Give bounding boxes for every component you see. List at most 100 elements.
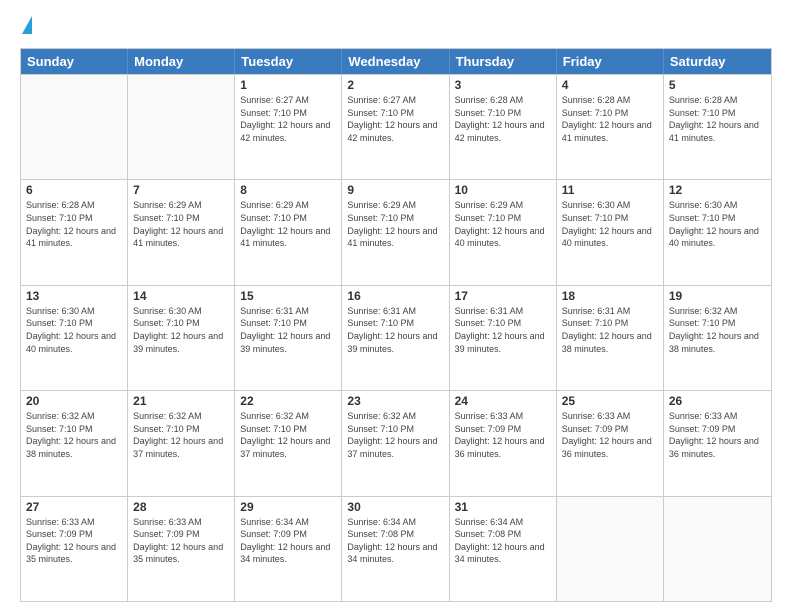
page: SundayMondayTuesdayWednesdayThursdayFrid…	[0, 0, 792, 612]
calendar-cell: 14 Sunrise: 6:30 AMSunset: 7:10 PMDayligh…	[128, 286, 235, 390]
day-info: Sunrise: 6:28 AMSunset: 7:10 PMDaylight:…	[455, 94, 551, 144]
day-number: 30	[347, 500, 443, 514]
day-info: Sunrise: 6:30 AMSunset: 7:10 PMDaylight:…	[133, 305, 229, 355]
calendar-row: 6Sunrise: 6:28 AMSunset: 7:10 PMDaylight…	[21, 179, 771, 284]
day-info: Sunrise: 6:33 AMSunset: 7:09 PMDaylight:…	[455, 410, 551, 460]
day-info: Sunrise: 6:31 AMSunset: 7:10 PMDaylight:…	[240, 305, 336, 355]
day-number: 17	[455, 289, 551, 303]
day-info: Sunrise: 6:29 AMSunset: 7:10 PMDaylight:…	[240, 199, 336, 249]
logo	[20, 16, 32, 38]
day-number: 6	[26, 183, 122, 197]
day-info: Sunrise: 6:30 AMSunset: 7:10 PMDaylight:…	[562, 199, 658, 249]
calendar-cell: 10 Sunrise: 6:29 AMSunset: 7:10 PMDayligh…	[450, 180, 557, 284]
calendar-cell: 3 Sunrise: 6:28 AMSunset: 7:10 PMDaylight…	[450, 75, 557, 179]
day-number: 20	[26, 394, 122, 408]
day-number: 22	[240, 394, 336, 408]
calendar-cell: 4Sunrise: 6:28 AMSunset: 7:10 PMDaylight…	[557, 75, 664, 179]
day-info: Sunrise: 6:28 AMSunset: 7:10 PMDaylight:…	[669, 94, 766, 144]
calendar-cell: 7Sunrise: 6:29 AMSunset: 7:10 PMDaylight…	[128, 180, 235, 284]
day-number: 15	[240, 289, 336, 303]
day-number: 1	[240, 78, 336, 92]
day-info: Sunrise: 6:29 AMSunset: 7:10 PMDaylight:…	[347, 199, 443, 249]
header	[20, 16, 772, 38]
day-number: 3	[455, 78, 551, 92]
day-number: 31	[455, 500, 551, 514]
day-number: 14	[133, 289, 229, 303]
day-number: 26	[669, 394, 766, 408]
weekday-header: Thursday	[450, 49, 557, 74]
day-number: 5	[669, 78, 766, 92]
calendar-row: 1 Sunrise: 6:27 AMSunset: 7:10 PMDaylight…	[21, 74, 771, 179]
day-number: 8	[240, 183, 336, 197]
calendar-row: 13 Sunrise: 6:30 AMSunset: 7:10 PMDayligh…	[21, 285, 771, 390]
calendar-cell: 30 Sunrise: 6:34 AMSunset: 7:08 PMDayligh…	[342, 497, 449, 601]
calendar-cell: 20 Sunrise: 6:32 AMSunset: 7:10 PMDayligh…	[21, 391, 128, 495]
calendar-cell: 22Sunrise: 6:32 AMSunset: 7:10 PMDayligh…	[235, 391, 342, 495]
day-number: 19	[669, 289, 766, 303]
day-number: 10	[455, 183, 551, 197]
day-info: Sunrise: 6:33 AMSunset: 7:09 PMDaylight:…	[669, 410, 766, 460]
day-number: 7	[133, 183, 229, 197]
calendar-row: 20 Sunrise: 6:32 AMSunset: 7:10 PMDayligh…	[21, 390, 771, 495]
calendar-body: 1 Sunrise: 6:27 AMSunset: 7:10 PMDaylight…	[21, 74, 771, 601]
day-number: 24	[455, 394, 551, 408]
day-info: Sunrise: 6:32 AMSunset: 7:10 PMDaylight:…	[669, 305, 766, 355]
calendar-cell: 1 Sunrise: 6:27 AMSunset: 7:10 PMDaylight…	[235, 75, 342, 179]
day-info: Sunrise: 6:33 AMSunset: 7:09 PMDaylight:…	[133, 516, 229, 566]
logo-triangle-icon	[22, 16, 32, 34]
day-info: Sunrise: 6:30 AMSunset: 7:10 PMDaylight:…	[669, 199, 766, 249]
calendar-cell: 31 Sunrise: 6:34 AMSunset: 7:08 PMDayligh…	[450, 497, 557, 601]
day-info: Sunrise: 6:27 AMSunset: 7:10 PMDaylight:…	[240, 94, 336, 144]
day-info: Sunrise: 6:33 AMSunset: 7:09 PMDaylight:…	[26, 516, 122, 566]
calendar: SundayMondayTuesdayWednesdayThursdayFrid…	[20, 48, 772, 602]
calendar-cell: 24 Sunrise: 6:33 AMSunset: 7:09 PMDayligh…	[450, 391, 557, 495]
day-info: Sunrise: 6:29 AMSunset: 7:10 PMDaylight:…	[455, 199, 551, 249]
calendar-cell: 15 Sunrise: 6:31 AMSunset: 7:10 PMDayligh…	[235, 286, 342, 390]
day-info: Sunrise: 6:32 AMSunset: 7:10 PMDaylight:…	[133, 410, 229, 460]
calendar-cell	[664, 497, 771, 601]
calendar-cell: 28 Sunrise: 6:33 AMSunset: 7:09 PMDayligh…	[128, 497, 235, 601]
weekday-header: Monday	[128, 49, 235, 74]
weekday-header: Friday	[557, 49, 664, 74]
day-info: Sunrise: 6:31 AMSunset: 7:10 PMDaylight:…	[347, 305, 443, 355]
day-number: 28	[133, 500, 229, 514]
day-number: 21	[133, 394, 229, 408]
day-number: 25	[562, 394, 658, 408]
calendar-cell: 17 Sunrise: 6:31 AMSunset: 7:10 PMDayligh…	[450, 286, 557, 390]
calendar-cell: 29 Sunrise: 6:34 AMSunset: 7:09 PMDayligh…	[235, 497, 342, 601]
day-number: 2	[347, 78, 443, 92]
calendar-cell: 16 Sunrise: 6:31 AMSunset: 7:10 PMDayligh…	[342, 286, 449, 390]
calendar-cell: 18 Sunrise: 6:31 AMSunset: 7:10 PMDayligh…	[557, 286, 664, 390]
calendar-cell: 5 Sunrise: 6:28 AMSunset: 7:10 PMDaylight…	[664, 75, 771, 179]
day-info: Sunrise: 6:34 AMSunset: 7:08 PMDaylight:…	[347, 516, 443, 566]
weekday-header: Tuesday	[235, 49, 342, 74]
day-info: Sunrise: 6:27 AMSunset: 7:10 PMDaylight:…	[347, 94, 443, 144]
day-number: 18	[562, 289, 658, 303]
calendar-cell: 9 Sunrise: 6:29 AMSunset: 7:10 PMDaylight…	[342, 180, 449, 284]
calendar-cell: 2 Sunrise: 6:27 AMSunset: 7:10 PMDaylight…	[342, 75, 449, 179]
calendar-cell: 27Sunrise: 6:33 AMSunset: 7:09 PMDayligh…	[21, 497, 128, 601]
calendar-cell: 12 Sunrise: 6:30 AMSunset: 7:10 PMDayligh…	[664, 180, 771, 284]
calendar-row: 27Sunrise: 6:33 AMSunset: 7:09 PMDayligh…	[21, 496, 771, 601]
calendar-cell	[557, 497, 664, 601]
day-number: 16	[347, 289, 443, 303]
calendar-cell: 19 Sunrise: 6:32 AMSunset: 7:10 PMDayligh…	[664, 286, 771, 390]
day-number: 9	[347, 183, 443, 197]
day-info: Sunrise: 6:32 AMSunset: 7:10 PMDaylight:…	[26, 410, 122, 460]
day-number: 13	[26, 289, 122, 303]
weekday-header: Sunday	[21, 49, 128, 74]
day-info: Sunrise: 6:34 AMSunset: 7:08 PMDaylight:…	[455, 516, 551, 566]
day-info: Sunrise: 6:34 AMSunset: 7:09 PMDaylight:…	[240, 516, 336, 566]
calendar-cell: 11 Sunrise: 6:30 AMSunset: 7:10 PMDayligh…	[557, 180, 664, 284]
day-info: Sunrise: 6:31 AMSunset: 7:10 PMDaylight:…	[455, 305, 551, 355]
day-info: Sunrise: 6:31 AMSunset: 7:10 PMDaylight:…	[562, 305, 658, 355]
weekday-header: Saturday	[664, 49, 771, 74]
calendar-cell	[128, 75, 235, 179]
day-info: Sunrise: 6:28 AMSunset: 7:10 PMDaylight:…	[562, 94, 658, 144]
calendar-cell: 26 Sunrise: 6:33 AMSunset: 7:09 PMDayligh…	[664, 391, 771, 495]
day-number: 29	[240, 500, 336, 514]
day-info: Sunrise: 6:30 AMSunset: 7:10 PMDaylight:…	[26, 305, 122, 355]
day-number: 11	[562, 183, 658, 197]
day-number: 12	[669, 183, 766, 197]
calendar-cell: 23Sunrise: 6:32 AMSunset: 7:10 PMDayligh…	[342, 391, 449, 495]
